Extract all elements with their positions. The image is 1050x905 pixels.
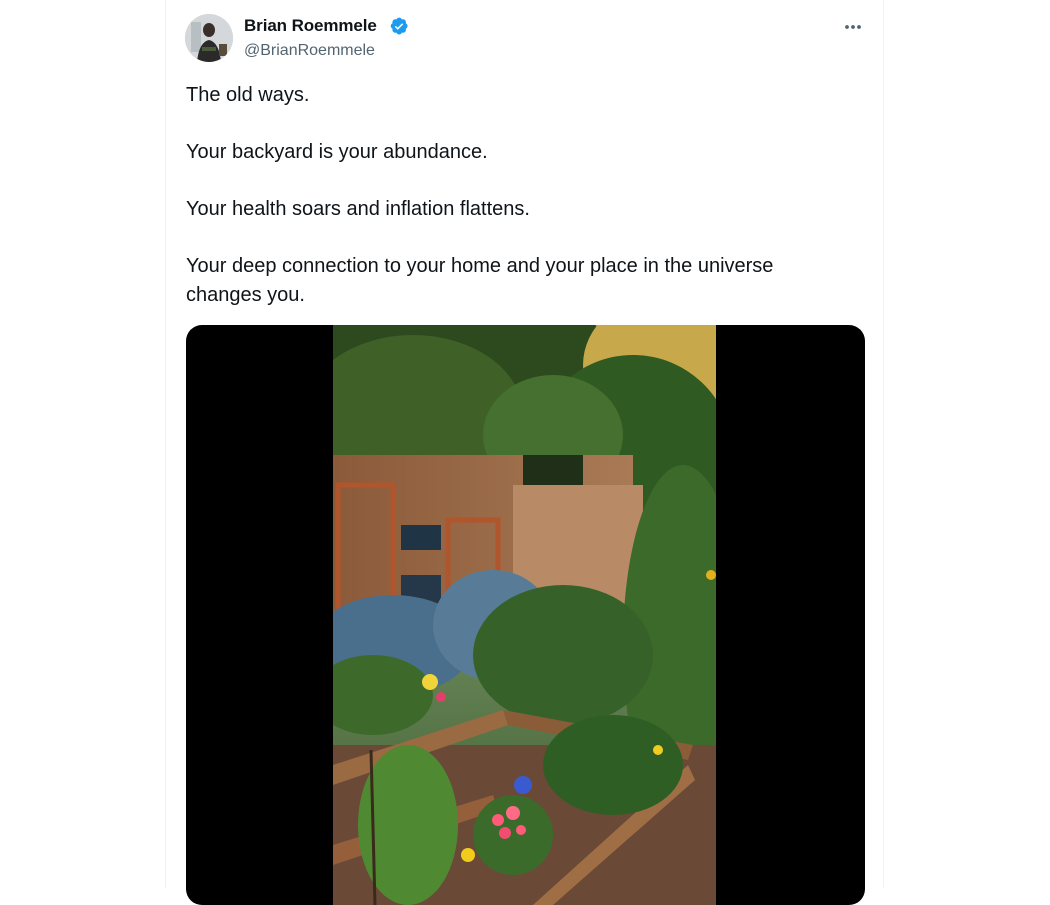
author-name[interactable]: Brian Roemmele bbox=[244, 16, 377, 36]
tweet-text: The old ways. Your backyard is your abun… bbox=[186, 81, 846, 338]
tweet-paragraph: Your backyard is your abundance. bbox=[186, 141, 488, 163]
tweet-paragraph: The old ways. bbox=[186, 84, 310, 106]
more-options-button[interactable] bbox=[838, 12, 868, 42]
more-horizontal-icon bbox=[845, 25, 861, 29]
verified-badge-icon bbox=[390, 17, 408, 35]
tweet-paragraph: Your health soars and inflation flattens… bbox=[186, 198, 530, 220]
author-handle[interactable]: @BrianRoemmele bbox=[244, 42, 375, 60]
video-thumbnail bbox=[333, 325, 716, 905]
video-player[interactable] bbox=[186, 325, 865, 905]
tweet-paragraph: Your deep connection to your home and yo… bbox=[186, 255, 774, 306]
avatar[interactable] bbox=[185, 14, 233, 62]
